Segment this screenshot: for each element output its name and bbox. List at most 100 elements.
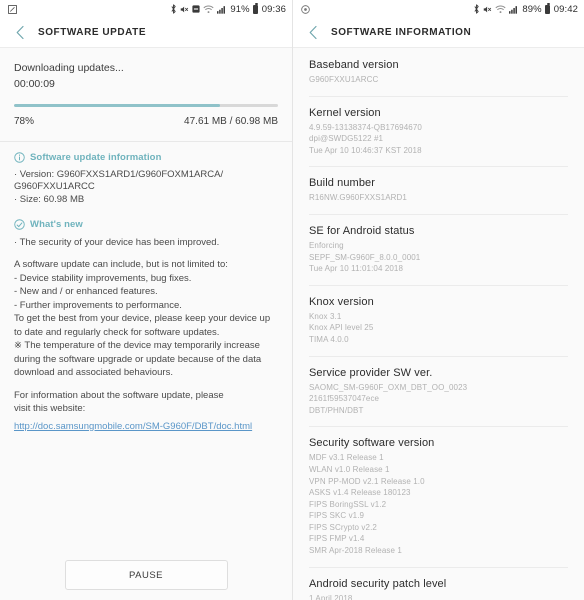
info-row-label: SE for Android status (309, 224, 415, 237)
software-information-list: Baseband version G960FXXU1ARCC Kernel vers… (293, 48, 584, 600)
download-status-block: Downloading updates... 00:00:09 (0, 48, 292, 90)
info-row-value: Enforcing (309, 240, 344, 250)
info-row[interactable]: Security software version MDF v3.1 Releas… (293, 426, 584, 566)
status-bar-left: 91% 09:36 (0, 0, 292, 18)
pause-button-container: PAUSE (0, 560, 292, 590)
info-row-value: FIPS BoringSSL v1.2 (309, 499, 387, 509)
info-row-value: Tue Apr 10 10:46:37 KST 2018 (309, 145, 422, 155)
bluetooth-icon (473, 4, 480, 14)
info-row-label: Kernel version (309, 106, 381, 119)
version-line-2: G960FXXU1ARCC (14, 181, 95, 193)
do-not-disturb-icon (192, 5, 200, 13)
info-row-value: FIPS SCrypto v2.2 (309, 522, 377, 532)
info-row-value: R16NW.G960FXXS1ARD1 (309, 193, 407, 203)
update-info-title: Software update information (30, 151, 162, 163)
whats-new-line: - New and / or enhanced features. (14, 286, 158, 298)
download-elapsed-time: 00:00:09 (14, 78, 55, 90)
info-row[interactable]: SE for Android status Enforcing SEPF_SM-G9… (293, 213, 584, 285)
info-row[interactable]: Android security patch level 1 April 2018 (293, 566, 584, 600)
whats-new-header: What's new (14, 219, 278, 230)
progress-track (14, 104, 278, 107)
support-website-link[interactable]: http://doc.samsungmobile.com/SM-G960F/DB… (14, 421, 252, 432)
whats-new-line: · The security of your device has been i… (14, 236, 220, 248)
battery-icon (544, 3, 550, 14)
info-row-value: FIPS FMP v1.4 (309, 534, 365, 544)
info-row-label: Service provider SW ver. (309, 366, 433, 379)
update-info-header: Software update information (14, 152, 278, 163)
info-row-value: ASKS v1.4 Release 180123 (309, 488, 411, 498)
info-circle-icon (14, 151, 25, 163)
battery-percent-left: 91% (230, 3, 250, 15)
info-row-value: Knox API level 25 (309, 323, 374, 333)
info-row-value: MDF v3.1 Release 1 (309, 453, 384, 463)
info-row-value: 1 April 2018 (309, 593, 353, 600)
back-chevron-icon[interactable] (303, 22, 323, 44)
info-row-label: Baseband version (309, 59, 399, 71)
info-row-label: Android security patch level (309, 577, 447, 590)
info-row-label: Build number (309, 177, 376, 190)
battery-percent-right: 89% (522, 3, 542, 15)
download-status-text: Downloading updates... (14, 62, 124, 74)
action-bar-left: SOFTWARE UPDATE (0, 18, 292, 48)
info-row[interactable]: Kernel version 4.9.59-13138374-QB17694670… (293, 95, 584, 167)
screenshot-icon (8, 4, 17, 14)
software-information-screen: 89% 09:42 SOFTWARE INFORMATION Baseband … (292, 0, 584, 600)
back-chevron-icon[interactable] (10, 22, 30, 44)
settings-gear-icon (301, 4, 310, 14)
info-row[interactable]: Build number R16NW.G960FXXS1ARD1 (293, 166, 584, 214)
software-update-body: Downloading updates... 00:00:09 78% 47.6… (0, 48, 292, 600)
whats-new-line: ※ The temperature of the device may temp… (14, 340, 260, 352)
progress-percent-label: 78% (14, 115, 35, 127)
pause-button[interactable]: PAUSE (64, 560, 228, 590)
signal-icon (509, 5, 519, 14)
mute-icon (180, 5, 189, 14)
mute-icon (483, 5, 492, 14)
dual-screenshot-container: 91% 09:36 SOFTWARE UPDATE Downloading up… (0, 0, 584, 600)
whats-new-line: visit this website: (14, 403, 86, 415)
info-row-value: SAOMC_SM-G960F_OXM_DBT_OO_0023 (309, 382, 468, 392)
whats-new-body: · The security of your device has been i… (14, 236, 278, 416)
whats-new-icon (14, 219, 25, 230)
version-line-1: · Version: G960FXXS1ARD1/G960FOXM1ARCA/ (14, 168, 224, 180)
whats-new-line: A software update can include, but is no… (14, 259, 228, 271)
clock-right: 09:42 (553, 3, 578, 15)
info-row-value: VPN PP-MOD v2.1 Release 1.0 (309, 476, 425, 486)
info-row[interactable]: Knox version Knox 3.1 Knox API level 25 TIM… (293, 284, 584, 356)
wifi-icon (203, 5, 214, 14)
info-row-value: WLAN v1.0 Release 1 (309, 464, 390, 474)
info-row-label: Security software version (309, 437, 435, 450)
whats-new-line: download and associated behaviours. (14, 367, 173, 379)
whats-new-title: What's new (30, 218, 83, 230)
whats-new-line: - Device stability improvements, bug fix… (14, 272, 192, 284)
info-row-value: SMR Apr-2018 Release 1 (309, 546, 402, 556)
info-row-value: FIPS SKC v1.9 (309, 511, 365, 521)
info-row-value: SEPF_SM-G960F_8.0.0_0001 (309, 252, 421, 262)
page-title-left: SOFTWARE UPDATE (38, 27, 147, 38)
battery-icon (252, 3, 258, 14)
info-row-value: TIMA 4.0.0 (309, 334, 349, 344)
whats-new-line: during the software upgrade or update be… (14, 353, 262, 365)
info-row-value: dpi@SWDG5122 #1 (309, 134, 384, 144)
info-row[interactable]: Service provider SW ver. SAOMC_SM-G960F_O… (293, 355, 584, 427)
bluetooth-icon (170, 4, 177, 14)
whats-new-line: to date and regularly check for software… (14, 326, 220, 338)
clock-left: 09:36 (261, 3, 286, 15)
info-row-value: DBT/PHN/DBT (309, 405, 364, 415)
info-row-value: 2161f59537047ece (309, 394, 380, 404)
software-update-screen: 91% 09:36 SOFTWARE UPDATE Downloading up… (0, 0, 292, 600)
info-row-value: G960FXXU1ARCC (309, 75, 379, 84)
action-bar-right: SOFTWARE INFORMATION (293, 18, 584, 48)
status-bar-right: 89% 09:42 (293, 0, 584, 18)
whats-new-line: - Further improvements to performance. (14, 299, 182, 311)
size-line: · Size: 60.98 MB (14, 194, 85, 206)
info-row-value: Tue Apr 10 11:01:04 2018 (309, 264, 404, 274)
info-row-label: Knox version (309, 295, 374, 308)
software-update-information-section: Software update information · Version: G… (0, 142, 292, 207)
wifi-icon (495, 5, 506, 14)
whats-new-line: To get the best from your device, please… (14, 313, 271, 325)
page-title-right: SOFTWARE INFORMATION (331, 27, 472, 38)
progress-labels-row: 78% 47.61 MB / 60.98 MB (0, 107, 292, 127)
info-row[interactable]: Baseband version G960FXXU1ARCC (293, 48, 584, 96)
